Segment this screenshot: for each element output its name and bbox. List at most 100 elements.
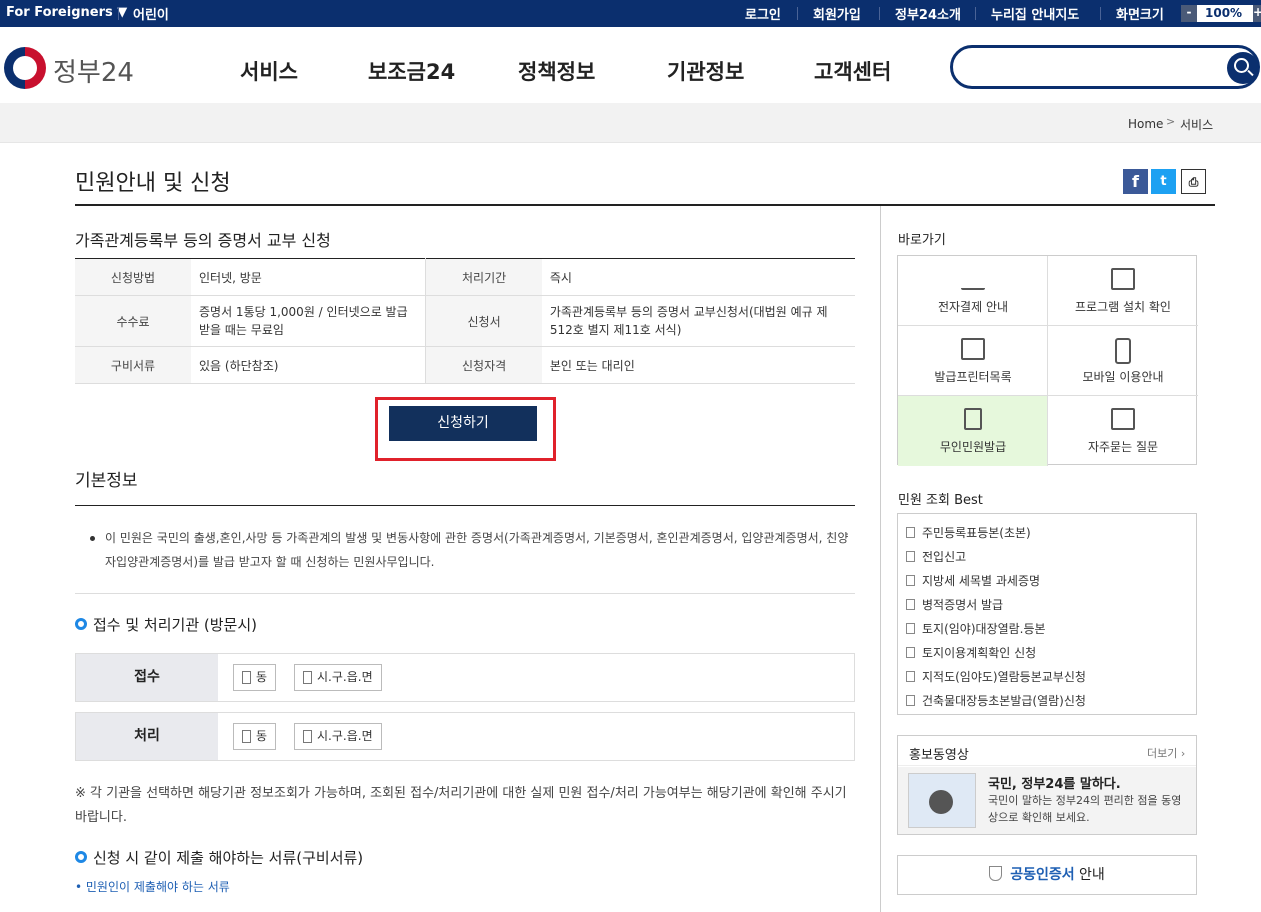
- breadcrumb-home[interactable]: Home: [1128, 117, 1163, 131]
- divider: [118, 7, 119, 20]
- building-icon: [303, 671, 312, 684]
- video-thumbnail[interactable]: [908, 773, 976, 828]
- document-icon: [906, 527, 915, 538]
- chat-icon: [1111, 408, 1135, 430]
- about-link[interactable]: 정부24소개: [895, 4, 961, 23]
- zoom-control: - 100% +: [1181, 5, 1261, 22]
- process-row: 처리 동 시.구.읍.면: [75, 712, 855, 761]
- promo-video-box: 홍보동영상 더보기 › 국민, 정부24를 말하다. 국민이 말하는 정부24의…: [897, 735, 1197, 835]
- quick-printer-list[interactable]: 발급프린터목록: [898, 326, 1048, 396]
- search-icon[interactable]: [1227, 52, 1259, 84]
- quick-program-check[interactable]: 프로그램 설치 확인: [1048, 256, 1198, 326]
- document-icon: [906, 695, 915, 706]
- qualification-label: 신청자격: [425, 346, 542, 384]
- sidebar-divider: [880, 206, 881, 912]
- list-item[interactable]: 지방세 세목별 과세증명: [906, 572, 1040, 589]
- login-link[interactable]: 로그인: [745, 4, 781, 23]
- quick-faq[interactable]: 자주묻는 질문: [1048, 396, 1198, 466]
- section-divider: [75, 505, 855, 506]
- breadcrumb: Home > 서비스: [0, 103, 1261, 143]
- monitor-icon: [1111, 268, 1135, 290]
- chevron-right-icon: >: [1166, 115, 1176, 128]
- gov-logo-icon[interactable]: [4, 47, 46, 89]
- receive-row: 접수 동 시.구.읍.면: [75, 653, 855, 702]
- play-icon: [929, 790, 953, 814]
- site-map-link[interactable]: 누리집 안내지도: [991, 4, 1079, 23]
- mobile-icon: [1115, 338, 1131, 364]
- kids-link[interactable]: 어린이: [133, 4, 169, 23]
- sigu-button[interactable]: 시.구.읍.면: [294, 664, 382, 691]
- search-input[interactable]: [950, 45, 1260, 89]
- kiosk-icon: [964, 408, 982, 430]
- building-icon: [242, 730, 251, 743]
- logo-text[interactable]: 정부24: [53, 52, 134, 89]
- receive-label: 접수: [76, 654, 218, 701]
- qualification-value: 본인 또는 대리인: [541, 346, 855, 384]
- form-label: 신청서: [425, 295, 542, 347]
- document-icon: [906, 671, 915, 682]
- list-item[interactable]: 지적도(임야도)열람등본교부신청: [906, 668, 1086, 685]
- list-item[interactable]: 병적증명서 발급: [906, 596, 1003, 613]
- promo-title: 홍보동영상: [909, 748, 969, 763]
- best-title: 민원 조회 Best: [898, 493, 983, 508]
- service-subtitle: 가족관계등록부 등의 증명서 교부 신청: [75, 231, 331, 250]
- zoom-value: 100%: [1205, 6, 1243, 20]
- quick-links-title: 바로가기: [898, 233, 946, 248]
- zoom-in-button[interactable]: +: [1253, 5, 1261, 22]
- breadcrumb-current[interactable]: 서비스: [1180, 116, 1213, 133]
- printer-icon: [961, 338, 985, 360]
- promo-body[interactable]: 국민, 정부24를 말하다. 국민이 말하는 정부24의 편리한 점을 동영상으…: [898, 767, 1196, 834]
- quick-payment[interactable]: 전자결제 안내: [898, 256, 1048, 326]
- fee-label: 수수료: [75, 295, 191, 347]
- list-item[interactable]: 전입신고: [906, 548, 966, 565]
- process-label: 처리: [76, 713, 218, 760]
- service-info-table: 신청방법 인터넷, 방문 처리기간 즉시 수수료 증명서 1통당 1,000원 …: [75, 258, 855, 384]
- quick-mobile-guide[interactable]: 모바일 이용안내: [1048, 326, 1198, 396]
- list-item[interactable]: 토지(임야)대장열람.등본: [906, 620, 1046, 637]
- form-value: 가족관계등록부 등의 증명서 교부신청서(대법원 예규 제512호 별지 제11…: [541, 295, 855, 347]
- basic-info-title: 기본정보: [75, 471, 138, 491]
- list-item[interactable]: 토지이용계획확인 신청: [906, 644, 1036, 661]
- print-icon[interactable]: ⎙: [1181, 169, 1206, 194]
- method-label: 신청방법: [75, 258, 191, 296]
- best-list: 주민등록표등본(초본) 전입신고 지방세 세목별 과세증명 병적증명서 발급 토…: [897, 513, 1197, 715]
- shield-icon: [989, 866, 1003, 881]
- dong-button[interactable]: 동: [233, 723, 277, 750]
- certificate-guide-button[interactable]: 공동인증서 안내: [897, 855, 1197, 895]
- nav-services[interactable]: 서비스: [240, 56, 298, 86]
- divider: [975, 7, 976, 20]
- agency-title: 접수 및 처리기관 (방문시): [93, 616, 258, 634]
- sigu-button[interactable]: 시.구.읍.면: [294, 723, 382, 750]
- quick-kiosk[interactable]: 무인민원발급: [898, 396, 1048, 466]
- facebook-icon[interactable]: f: [1123, 169, 1148, 194]
- circle-bullet-icon: [75, 618, 87, 630]
- promo-headline: 국민, 정부24를 말하다.: [988, 777, 1121, 792]
- zoom-out-button[interactable]: -: [1181, 5, 1197, 22]
- dong-button[interactable]: 동: [233, 664, 277, 691]
- promo-more-link[interactable]: 더보기 ›: [1147, 745, 1185, 761]
- applicant-docs-link[interactable]: • 민원인이 제출해야 하는 서류: [75, 878, 230, 895]
- nav-customer-center[interactable]: 고객센터: [814, 56, 891, 86]
- divider: [797, 7, 798, 20]
- building-icon: [303, 730, 312, 743]
- docs-value: 있음 (하단참조): [191, 346, 426, 384]
- promo-header: 홍보동영상 더보기 ›: [898, 736, 1196, 766]
- list-item[interactable]: 주민등록표등본(초본): [906, 524, 1031, 541]
- nav-policy[interactable]: 정책정보: [518, 56, 595, 86]
- signup-link[interactable]: 회원가입: [813, 4, 861, 23]
- for-foreigners-link[interactable]: For Foreigners ▼: [6, 5, 127, 20]
- nav-subsidy[interactable]: 보조금24: [368, 56, 455, 86]
- title-divider: [75, 204, 1215, 206]
- list-item[interactable]: 건축물대장등초본발급(열람)신청: [906, 692, 1086, 709]
- apply-button[interactable]: 신청하기: [389, 406, 537, 441]
- document-icon: [906, 599, 915, 610]
- screen-size-label: 화면크기: [1116, 8, 1164, 23]
- document-icon: [906, 623, 915, 634]
- download-icon: [961, 268, 985, 290]
- document-icon: [906, 647, 915, 658]
- twitter-icon[interactable]: t: [1151, 169, 1176, 194]
- divider: [75, 593, 855, 594]
- fee-value: 증명서 1통당 1,000원 / 인터넷으로 발급받을 때는 무료임: [191, 295, 426, 347]
- nav-agency[interactable]: 기관정보: [667, 56, 744, 86]
- docs-label: 구비서류: [75, 346, 191, 384]
